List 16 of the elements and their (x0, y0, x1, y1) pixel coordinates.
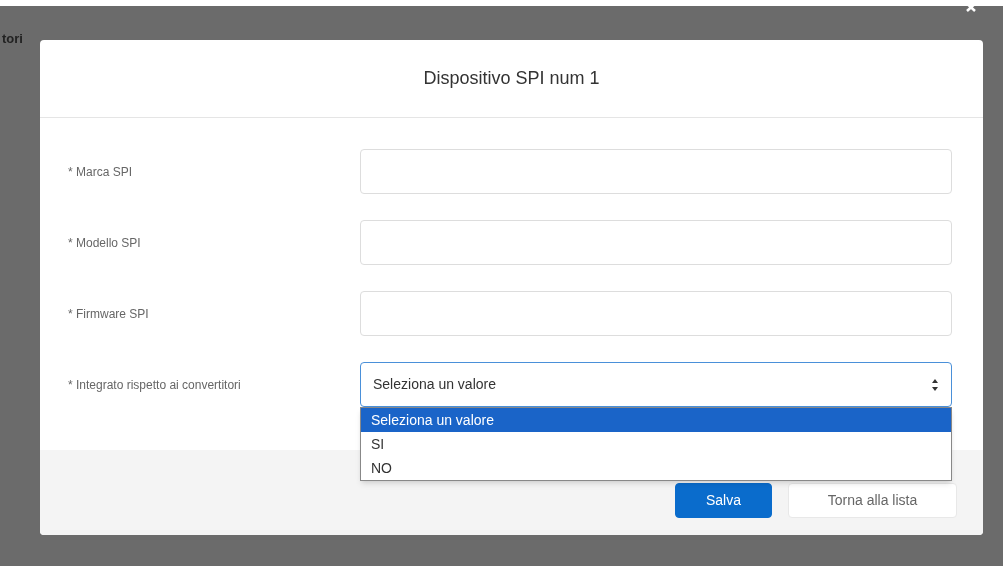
dropdown-option[interactable]: NO (361, 456, 951, 480)
save-button[interactable]: Salva (675, 483, 772, 518)
field-label: * Modello SPI (68, 235, 141, 252)
field-label: * Firmware SPI (68, 306, 149, 323)
dropdown-option[interactable]: Seleziona un valore (361, 408, 951, 432)
sort-arrows-icon (931, 377, 939, 392)
text-input-field[interactable] (360, 291, 952, 336)
text-input-field[interactable] (360, 220, 952, 265)
back-to-list-button[interactable]: Torna alla lista (788, 483, 957, 518)
field-label: * Integrato rispetto ai convertitori (68, 377, 241, 394)
dropdown-option[interactable]: SI (361, 432, 951, 456)
modal-title: Dispositivo SPI num 1 (423, 67, 600, 90)
select-field[interactable]: Seleziona un valore (360, 362, 952, 407)
page-heading: tori (2, 31, 23, 46)
text-input-field[interactable] (360, 149, 952, 194)
field-label: * Marca SPI (68, 164, 133, 181)
